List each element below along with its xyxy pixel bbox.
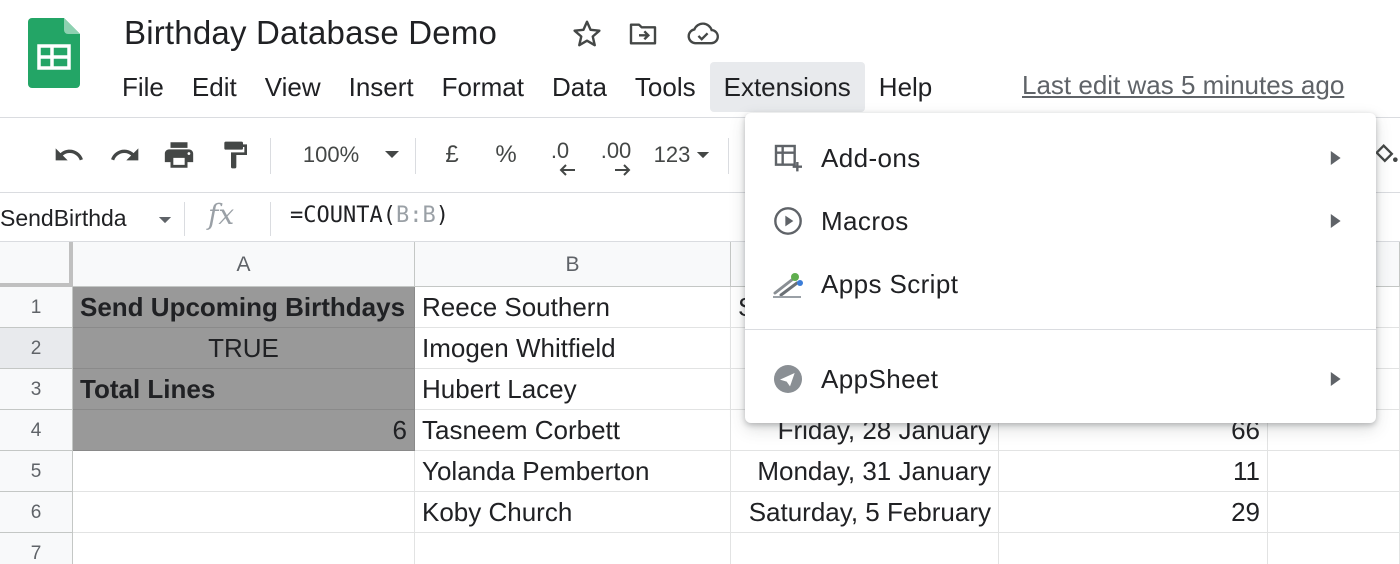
row-header-5[interactable]: 5 xyxy=(0,451,73,492)
cloud-saved-icon[interactable] xyxy=(686,17,720,51)
submenu-arrow-icon xyxy=(1330,372,1341,386)
formula-suffix: ) xyxy=(435,203,449,228)
increase-decimal-label: .00 xyxy=(600,138,632,163)
menu-data[interactable]: Data xyxy=(538,62,621,112)
menu-file[interactable]: File xyxy=(108,62,178,112)
menu-item-label: Apps Script xyxy=(821,268,959,299)
zoom-dropdown-icon[interactable] xyxy=(380,136,404,174)
cell-b1[interactable]: Reece Southern xyxy=(415,287,731,328)
cell-a5[interactable] xyxy=(73,451,415,492)
add-ons-icon xyxy=(771,141,805,175)
cell-b6[interactable]: Koby Church xyxy=(415,492,731,533)
cell-b3[interactable]: Hubert Lacey xyxy=(415,369,731,410)
redo-icon[interactable] xyxy=(106,136,144,174)
formula-input[interactable]: =COUNTA(B:B) xyxy=(290,203,449,228)
cell-a4[interactable]: 6 xyxy=(73,410,415,451)
formula-bar-separator xyxy=(270,202,271,236)
fx-icon: fx xyxy=(208,198,235,231)
row-header-7[interactable]: 7 xyxy=(0,533,73,564)
menu-item-label: Macros xyxy=(821,205,909,236)
star-icon[interactable] xyxy=(570,17,604,51)
zoom-select[interactable]: 100% xyxy=(296,136,366,174)
cell-d6[interactable]: 29 xyxy=(999,492,1268,533)
cell-e7[interactable] xyxy=(1268,533,1400,564)
cell-c5[interactable]: Monday, 31 January xyxy=(731,451,999,492)
menu-format[interactable]: Format xyxy=(428,62,538,112)
cell-a3[interactable]: Total Lines xyxy=(73,369,415,410)
menu-item-appsheet[interactable]: AppSheet xyxy=(745,350,1376,408)
toolbar-separator xyxy=(728,138,729,174)
paint-format-icon[interactable] xyxy=(216,136,254,174)
menu-item-apps-script[interactable]: Apps Script xyxy=(745,255,1376,313)
row-header-4[interactable]: 4 xyxy=(0,410,73,451)
cell-b7[interactable] xyxy=(415,533,731,564)
formula-bar-separator xyxy=(184,202,185,236)
menu-view[interactable]: View xyxy=(251,62,335,112)
increase-decimal-button[interactable]: .00 xyxy=(594,136,638,176)
submenu-arrow-icon xyxy=(1330,214,1341,228)
apps-script-icon xyxy=(771,267,805,301)
more-formats-dropdown-icon[interactable] xyxy=(694,136,712,174)
menu-divider xyxy=(745,329,1376,330)
menu-tools[interactable]: Tools xyxy=(621,62,710,112)
menu-bar: File Edit View Insert Format Data Tools … xyxy=(108,62,946,112)
cell-e5[interactable] xyxy=(1268,451,1400,492)
decrease-decimal-label: .0 xyxy=(550,138,570,163)
cell-d5[interactable]: 11 xyxy=(999,451,1268,492)
last-edit-link[interactable]: Last edit was 5 minutes ago xyxy=(1022,70,1344,101)
cell-c7[interactable] xyxy=(731,533,999,564)
format-currency-button[interactable]: £ xyxy=(438,136,466,174)
menu-extensions[interactable]: Extensions xyxy=(709,62,865,112)
more-formats-button[interactable]: 123 xyxy=(648,136,696,174)
menu-item-label: AppSheet xyxy=(821,363,939,394)
cell-c6[interactable]: Saturday, 5 February xyxy=(731,492,999,533)
extensions-menu: Add-ons Macros Apps Script AppSheet xyxy=(745,113,1376,423)
menu-item-add-ons[interactable]: Add-ons xyxy=(745,129,1376,187)
column-header-b[interactable]: B xyxy=(415,242,731,287)
document-title[interactable]: Birthday Database Demo xyxy=(124,14,497,52)
arrow-left-icon xyxy=(559,164,575,176)
menu-edit[interactable]: Edit xyxy=(178,62,251,112)
menu-insert[interactable]: Insert xyxy=(335,62,428,112)
cell-b2[interactable]: Imogen Whitfield xyxy=(415,328,731,369)
cell-a6[interactable] xyxy=(73,492,415,533)
format-percent-button[interactable]: % xyxy=(492,136,520,174)
cell-a7[interactable] xyxy=(73,533,415,564)
print-icon[interactable] xyxy=(160,136,198,174)
row-header-1[interactable]: 1 xyxy=(0,287,73,328)
appsheet-icon xyxy=(771,362,805,396)
select-all-corner[interactable] xyxy=(0,242,73,287)
menu-item-macros[interactable]: Macros xyxy=(745,192,1376,250)
decrease-decimal-button[interactable]: .0 xyxy=(540,136,580,176)
cell-b4[interactable]: Tasneem Corbett xyxy=(415,410,731,451)
toolbar-separator xyxy=(270,138,271,174)
row-header-3[interactable]: 3 xyxy=(0,369,73,410)
cell-e6[interactable] xyxy=(1268,492,1400,533)
column-header-a[interactable]: A xyxy=(73,242,415,287)
menu-help[interactable]: Help xyxy=(865,62,946,112)
formula-prefix: =COUNTA( xyxy=(290,203,396,228)
formula-range-ref: B:B xyxy=(395,203,436,228)
cell-d7[interactable] xyxy=(999,533,1268,564)
menu-item-label: Add-ons xyxy=(821,142,921,173)
name-box-dropdown-icon[interactable] xyxy=(158,212,172,230)
row-header-2[interactable]: 2 xyxy=(0,328,73,369)
fill-color-icon[interactable] xyxy=(1372,136,1400,174)
macros-play-icon xyxy=(771,204,805,238)
cell-a2[interactable]: TRUE xyxy=(73,328,415,369)
arrow-right-icon xyxy=(615,164,631,176)
toolbar-separator xyxy=(415,138,416,174)
submenu-arrow-icon xyxy=(1330,151,1341,165)
cell-b5[interactable]: Yolanda Pemberton xyxy=(415,451,731,492)
cell-a1[interactable]: Send Upcoming Birthdays xyxy=(73,287,415,328)
move-folder-icon[interactable] xyxy=(626,17,660,51)
name-box-input[interactable]: SendBirthda xyxy=(0,198,136,238)
google-sheets-logo-icon[interactable] xyxy=(28,18,80,88)
row-header-6[interactable]: 6 xyxy=(0,492,73,533)
undo-icon[interactable] xyxy=(50,136,88,174)
